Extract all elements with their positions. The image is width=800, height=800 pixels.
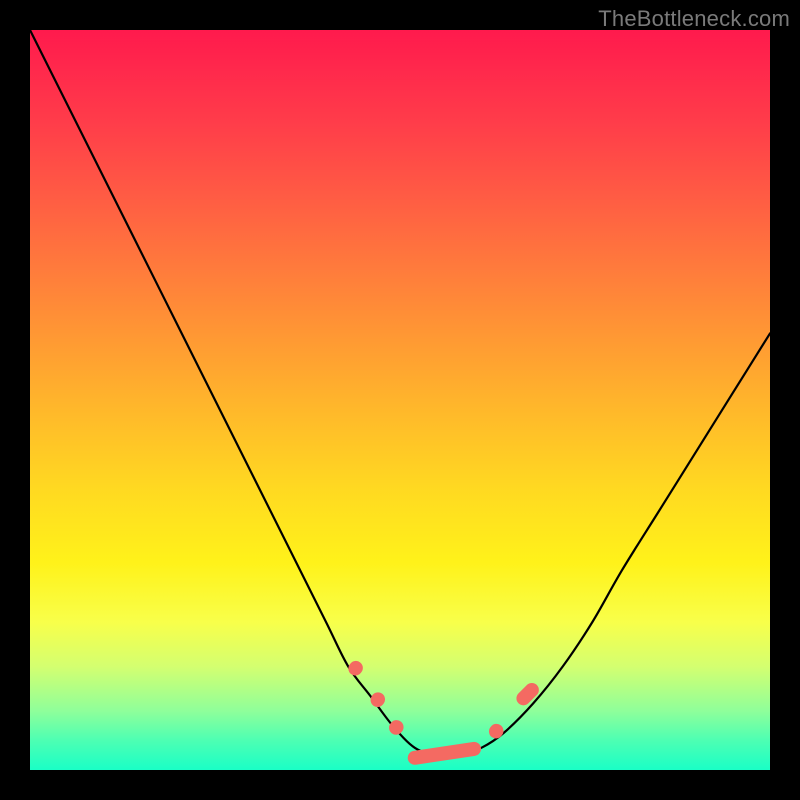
right-segment-1 xyxy=(486,721,506,741)
watermark-text: TheBottleneck.com xyxy=(598,6,790,32)
plot-area xyxy=(30,30,770,770)
bottleneck-curve xyxy=(30,30,770,756)
left-segment-2 xyxy=(368,690,388,710)
valley-markers xyxy=(346,658,542,766)
chart-frame: TheBottleneck.com xyxy=(0,0,800,800)
right-segment-2 xyxy=(514,680,542,708)
valley-floor xyxy=(407,741,482,766)
left-segment-1 xyxy=(346,658,366,678)
curve-svg xyxy=(30,30,770,770)
